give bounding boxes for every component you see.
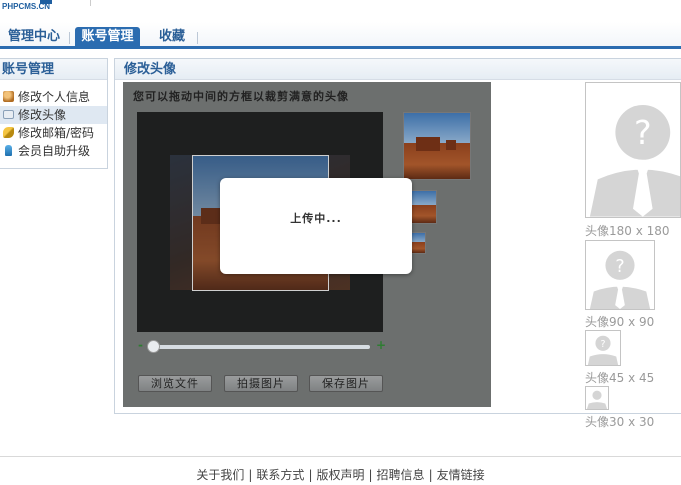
preview-large [403, 112, 471, 180]
sidebar-title: 账号管理 [0, 59, 107, 80]
zoom-in-icon[interactable]: + [376, 338, 386, 352]
avatar-preview-45: ? [585, 330, 621, 366]
capture-image-button[interactable]: 拍摄图片 [224, 375, 298, 392]
footer-separator: | [368, 468, 373, 482]
footer-link-contact[interactable]: 联系方式 [256, 468, 304, 482]
sky [412, 191, 436, 206]
avatar-preview-30 [585, 386, 609, 410]
id-card-icon [3, 110, 14, 119]
preview-image [404, 113, 470, 179]
sidebar-item-edit-profile[interactable]: 修改个人信息 [0, 88, 107, 106]
tab-separator [69, 32, 70, 44]
footer-link-copyright[interactable]: 版权声明 [316, 468, 364, 482]
logo-mark-icon [40, 0, 52, 4]
sidebar-item-label: 修改邮箱/密码 [18, 126, 95, 140]
save-image-button[interactable]: 保存图片 [309, 375, 383, 392]
default-avatar-icon [586, 390, 608, 409]
sidebar-item-label: 修改头像 [18, 108, 67, 122]
sidebar-item-member-upgrade[interactable]: 会员自助升级 [0, 142, 107, 160]
preview-image [412, 233, 425, 253]
svg-text:?: ? [600, 339, 605, 350]
zoom-slider-handle[interactable] [147, 340, 160, 353]
sidebar-item-edit-avatar[interactable]: 修改头像 [0, 106, 107, 124]
avatar-size-label: 头像45 x 45 [585, 371, 655, 385]
upload-progress-dialog: 上传中... [220, 178, 412, 274]
preview-medium [411, 190, 437, 224]
upgrade-icon [5, 145, 12, 156]
footer-link-friends[interactable]: 友情链接 [437, 468, 485, 482]
default-avatar-icon: ? [587, 335, 619, 365]
preview-small [411, 232, 426, 254]
zoom-out-icon[interactable]: - [138, 338, 143, 352]
sidebar-item-label: 会员自助升级 [18, 144, 91, 158]
butte [416, 137, 440, 151]
footer-divider [0, 456, 681, 457]
avatar-preview-180: ? [585, 82, 681, 218]
tab-account-management[interactable]: 账号管理 [75, 27, 140, 47]
sidebar-item-edit-email-password[interactable]: 修改邮箱/密码 [0, 124, 107, 142]
default-avatar-icon: ? [589, 250, 651, 309]
butte [446, 140, 456, 150]
avatar-size-label: 头像30 x 30 [585, 415, 655, 429]
footer-separator: | [308, 468, 313, 482]
user-edit-icon [3, 91, 14, 102]
sky [412, 233, 425, 242]
preview-image [412, 191, 436, 223]
zoom-slider[interactable] [152, 345, 370, 349]
footer-separator: | [428, 468, 433, 482]
sidebar: 账号管理 修改个人信息 修改头像 修改邮箱/密码 会员自助升级 [0, 58, 108, 169]
crop-hint: 您可以拖动中间的方框以裁剪满意的头像 [133, 90, 349, 103]
page-title: 修改头像 [115, 59, 681, 80]
footer-link-about[interactable]: 关于我们 [196, 468, 244, 482]
ground [412, 242, 425, 253]
default-avatar-icon: ? [586, 83, 680, 217]
sidebar-item-label: 修改个人信息 [18, 90, 91, 104]
browse-file-button[interactable]: 浏览文件 [138, 375, 212, 392]
uploading-text: 上传中... [290, 212, 342, 225]
divider [90, 0, 91, 6]
avatar-size-label: 头像180 x 180 [585, 224, 670, 238]
top-bar: PHPCMS.CN [0, 0, 681, 22]
footer-separator: | [248, 468, 253, 482]
nav-underline [0, 46, 681, 49]
tab-admin-center[interactable]: 管理中心 [4, 27, 64, 47]
avatar-size-label: 头像90 x 90 [585, 315, 655, 329]
tab-separator [197, 32, 198, 44]
svg-text:?: ? [634, 113, 652, 152]
avatar-preview-90: ? [585, 240, 655, 310]
tab-favorites[interactable]: 收藏 [152, 27, 192, 47]
ground [412, 205, 436, 223]
footer-link-jobs[interactable]: 招聘信息 [377, 468, 425, 482]
key-icon [3, 127, 14, 138]
svg-text:?: ? [615, 257, 624, 277]
footer: 关于我们 | 联系方式 | 版权声明 | 招聘信息 | 友情链接 [0, 466, 681, 483]
